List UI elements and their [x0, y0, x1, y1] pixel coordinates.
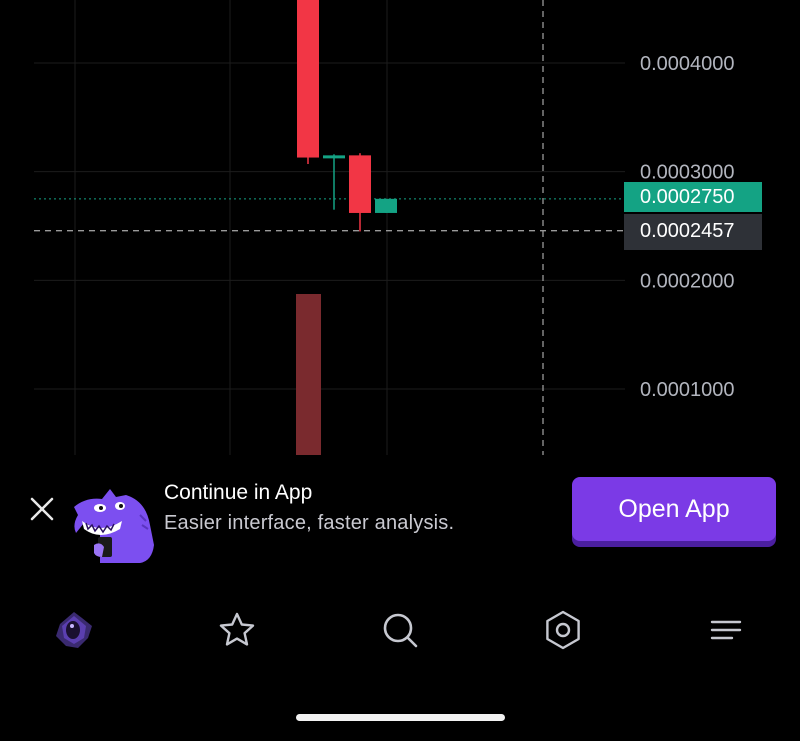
volume-bars: [296, 294, 321, 455]
price-chart[interactable]: 0.0001000 0.0002000 0.0003000 0.0004000 0.0…: [0, 0, 800, 455]
candle-body: [297, 0, 319, 158]
nav-watchlist[interactable]: [215, 608, 259, 652]
candle-body: [349, 155, 371, 213]
y-axis-label: 0.0004000: [640, 53, 735, 75]
current-price-tag: 0.0002750: [624, 182, 762, 212]
banner-subtitle: Easier interface, faster analysis.: [164, 512, 455, 534]
bottom-nav: [0, 590, 800, 670]
close-banner-button[interactable]: [24, 491, 60, 527]
y-axis-label: 0.0003000: [640, 162, 735, 184]
crosshair-price-tag: 0.0002457: [624, 214, 762, 250]
nav-settings[interactable]: [541, 608, 585, 652]
candle-body: [323, 155, 345, 159]
y-axis-label: 0.0002000: [640, 270, 735, 292]
app-promo-banner: Continue in App Easier interface, faster…: [0, 455, 800, 575]
y-axis-label: 0.0001000: [640, 379, 735, 401]
nav-search[interactable]: [378, 608, 422, 652]
nav-home[interactable]: [52, 608, 96, 652]
candle: [349, 153, 371, 232]
search-icon: [383, 613, 418, 648]
candle: [323, 154, 345, 210]
chart-grid: [34, 0, 625, 455]
open-app-button[interactable]: Open App: [572, 477, 776, 541]
candle: [297, 0, 319, 165]
menu-icon: [710, 620, 742, 640]
candlesticks[interactable]: [297, 0, 397, 232]
home-indicator[interactable]: [296, 714, 505, 721]
banner-title: Continue in App: [164, 481, 313, 504]
mascot-icon: [70, 475, 156, 565]
nav-menu[interactable]: [704, 608, 748, 652]
crosshair: [34, 0, 624, 455]
candle-body: [375, 198, 397, 213]
star-icon: [219, 612, 255, 646]
home-logo-icon: [56, 612, 92, 648]
settings-hex-icon: [546, 610, 580, 650]
close-icon: [30, 497, 54, 521]
volume-bar: [296, 294, 321, 455]
candle: [375, 198, 397, 213]
